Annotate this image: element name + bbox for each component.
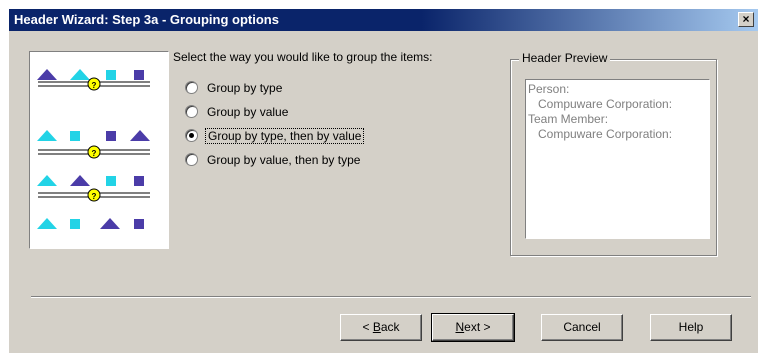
- triangle-shape: [37, 175, 57, 186]
- back-button[interactable]: < Back: [340, 314, 422, 341]
- next-button[interactable]: Next >: [431, 313, 515, 342]
- triangle-shape: [100, 218, 120, 229]
- title-bar: Header Wizard: Step 3a - Grouping option…: [9, 9, 758, 31]
- preview-line: Compuware Corporation:: [538, 127, 673, 141]
- next-button-mnemonic: N: [455, 320, 465, 334]
- preview-line: Compuware Corporation:: [538, 97, 673, 111]
- close-button[interactable]: ×: [738, 12, 754, 27]
- square-shape: [134, 70, 144, 80]
- triangle-shape: [70, 69, 90, 80]
- radio-dot-icon: [189, 133, 194, 138]
- preview-line: Team Member:: [528, 112, 609, 126]
- square-shape: [70, 131, 80, 141]
- square-shape: [106, 131, 116, 141]
- close-icon: ×: [742, 12, 750, 26]
- triangle-shape: [37, 69, 57, 80]
- window-title: Header Wizard: Step 3a - Grouping option…: [14, 12, 279, 27]
- radio-button[interactable]: [185, 153, 198, 166]
- header-preview-title: Header Preview: [519, 51, 611, 65]
- square-shape: [134, 176, 144, 186]
- triangle-shape: [130, 130, 150, 141]
- radio-label[interactable]: Group by type: [205, 80, 284, 96]
- preview-line: Person:: [528, 82, 570, 96]
- next-button-rest: ext >: [464, 320, 491, 334]
- header-preview-box: Person: Compuware Corporation: Team Memb…: [525, 79, 710, 239]
- back-button-mnemonic: B: [372, 320, 381, 334]
- cancel-button[interactable]: Cancel: [541, 314, 623, 341]
- triangle-shape: [70, 175, 90, 186]
- square-shape: [134, 219, 144, 229]
- triangle-shape: [37, 130, 57, 141]
- square-shape: [70, 219, 80, 229]
- wizard-window: Header Wizard: Step 3a - Grouping option…: [8, 8, 758, 353]
- svg-text:?: ?: [92, 81, 97, 90]
- radio-label[interactable]: Group by type, then by value: [205, 128, 365, 144]
- grouping-illustration-icon: ? ? ?: [37, 69, 150, 229]
- back-button-prefix: <: [362, 320, 373, 334]
- svg-text:?: ?: [92, 192, 97, 201]
- triangle-shape: [37, 218, 57, 229]
- square-shape: [106, 70, 116, 80]
- square-shape: [106, 176, 116, 186]
- radio-label[interactable]: Group by value: [205, 104, 290, 120]
- help-button[interactable]: Help: [650, 314, 732, 341]
- radio-button[interactable]: [185, 81, 198, 94]
- back-button-rest: ack: [380, 320, 400, 334]
- grouping-prompt: Select the way you would like to group t…: [173, 50, 433, 64]
- button-separator: [31, 296, 751, 298]
- radio-label[interactable]: Group by value, then by type: [205, 152, 362, 168]
- grouping-illustration: ? ? ?: [29, 51, 169, 249]
- svg-text:?: ?: [92, 149, 97, 158]
- radio-button[interactable]: [185, 105, 198, 118]
- radio-button-selected[interactable]: [185, 129, 198, 142]
